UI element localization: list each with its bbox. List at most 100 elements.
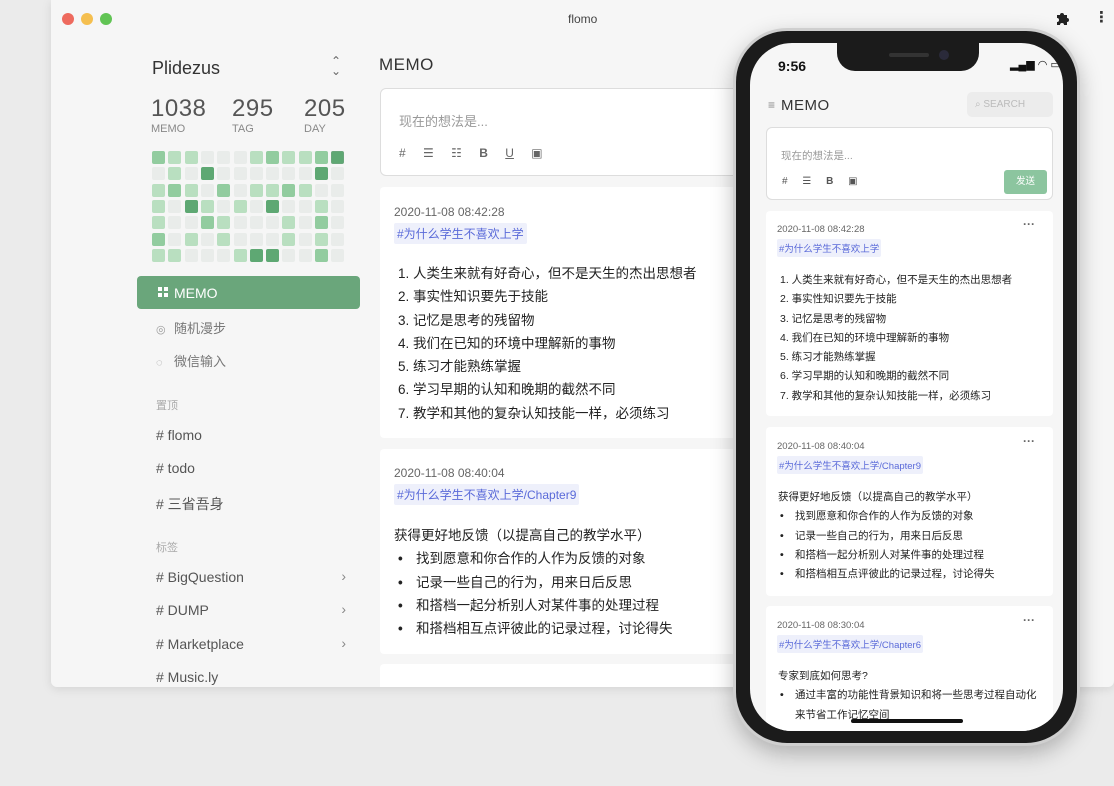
heatmap-cell[interactable] — [331, 183, 345, 197]
heatmap-cell[interactable] — [298, 183, 312, 197]
heatmap-cell[interactable] — [233, 232, 247, 246]
heatmap-cell[interactable] — [282, 216, 296, 230]
heatmap-cell[interactable] — [331, 248, 345, 262]
image-icon[interactable]: ▣ — [531, 146, 542, 160]
phone-memo-card[interactable]: 2020-11-08 08:42:28 ··· #为什么学生不喜欢上学 1. 人… — [766, 211, 1053, 416]
heatmap-cell[interactable] — [217, 151, 231, 164]
heatmap-cell[interactable] — [168, 232, 182, 246]
phone-search-input[interactable]: ⌕ SEARCH — [967, 92, 1053, 117]
heatmap-cell[interactable] — [249, 199, 263, 213]
heatmap-cell[interactable] — [184, 167, 198, 181]
heatmap-cell[interactable] — [298, 248, 312, 262]
heatmap-cell[interactable] — [266, 167, 280, 181]
minimize-window-button[interactable] — [81, 13, 93, 25]
heatmap-cell[interactable] — [298, 151, 312, 164]
send-button[interactable]: 发送 — [1004, 170, 1047, 194]
heatmap-cell[interactable] — [217, 216, 231, 230]
memo-tag[interactable]: #为什么学生不喜欢上学/Chapter9 — [394, 484, 580, 505]
chevron-right-icon[interactable]: › — [341, 568, 346, 584]
heatmap-cell[interactable] — [266, 248, 280, 262]
hashtag-icon[interactable]: # — [399, 146, 406, 160]
heatmap-cell[interactable] — [298, 216, 312, 230]
account-switch-icon[interactable]: ⌃ ⌄ — [331, 55, 341, 77]
heatmap-cell[interactable] — [282, 232, 296, 246]
heatmap-cell[interactable] — [200, 199, 214, 213]
heatmap-cell[interactable] — [282, 167, 296, 181]
pinned-tag-todo[interactable]: # todo — [156, 460, 346, 476]
heatmap-cell[interactable] — [331, 216, 345, 230]
tag-dump[interactable]: # DUMP › — [156, 601, 346, 618]
heatmap-cell[interactable] — [298, 232, 312, 246]
heatmap-cell[interactable] — [168, 167, 182, 181]
chevron-right-icon[interactable]: › — [341, 635, 346, 651]
heatmap-cell[interactable] — [282, 199, 296, 213]
heatmap-cell[interactable] — [315, 199, 328, 213]
heatmap-cell[interactable] — [152, 232, 165, 246]
memo-card[interactable]: 2020-11-08 08:42:28 #为什么学生不喜欢上学 1. 人类生来就… — [380, 187, 750, 438]
heatmap-cell[interactable] — [233, 151, 247, 164]
heatmap-cell[interactable] — [249, 183, 263, 197]
phone-memo-card[interactable]: 2020-11-08 08:40:04 ··· #为什么学生不喜欢上学/Chap… — [766, 427, 1053, 596]
puzzle-extension-icon[interactable] — [1054, 11, 1070, 27]
heatmap-cell[interactable] — [282, 151, 296, 164]
heatmap-cell[interactable] — [266, 183, 280, 197]
heatmap-cell[interactable] — [152, 199, 165, 213]
heatmap-cell[interactable] — [266, 151, 280, 164]
heatmap-cell[interactable] — [217, 167, 231, 181]
more-options-icon[interactable]: ··· — [1023, 217, 1035, 231]
pinned-tag-reflection[interactable]: # 三省吾身 — [156, 494, 346, 514]
memo-tag[interactable]: #为什么学生不喜欢上学/Chapter6 — [777, 635, 924, 653]
bold-icon[interactable]: B — [479, 146, 488, 160]
more-options-icon[interactable]: ··· — [1023, 613, 1035, 627]
more-menu-icon[interactable]: ⋮ — [1094, 10, 1109, 26]
heatmap-cell[interactable] — [249, 151, 263, 164]
heatmap-cell[interactable] — [184, 248, 198, 262]
memo-tag[interactable]: #为什么学生不喜欢上学/Chapter9 — [777, 456, 924, 474]
heatmap-cell[interactable] — [266, 199, 280, 213]
heatmap-cell[interactable] — [315, 183, 328, 197]
heatmap-cell[interactable] — [315, 248, 328, 262]
hamburger-menu-icon[interactable]: ≡ — [768, 98, 775, 112]
close-window-button[interactable] — [62, 13, 74, 25]
nav-item-wechat-input[interactable]: ◌ 微信输入 — [156, 351, 226, 370]
heatmap-cell[interactable] — [282, 183, 296, 197]
heatmap-cell[interactable] — [282, 248, 296, 262]
heatmap-cell[interactable] — [168, 216, 182, 230]
heatmap-cell[interactable] — [217, 183, 231, 197]
memo-editor[interactable]: 现在的想法是... # ☰ ☷ B U ▣ — [380, 88, 750, 176]
heatmap-cell[interactable] — [200, 216, 214, 230]
tag-bigquestion[interactable]: # BigQuestion › — [156, 568, 346, 585]
memo-tag[interactable]: #为什么学生不喜欢上学 — [777, 239, 882, 257]
tag-musicly[interactable]: # Music.ly — [156, 669, 346, 685]
heatmap-cell[interactable] — [184, 151, 198, 164]
heatmap-cell[interactable] — [200, 248, 214, 262]
nav-item-random-walk[interactable]: ◎ 随机漫步 — [156, 318, 226, 337]
heatmap-cell[interactable] — [315, 167, 328, 181]
bullet-list-icon[interactable]: ☰ — [423, 146, 434, 160]
heatmap-cell[interactable] — [315, 232, 328, 246]
heatmap-cell[interactable] — [152, 183, 165, 197]
heatmap-cell[interactable] — [168, 151, 182, 164]
phone-memo-editor[interactable]: 现在的想法是... # ☰ B ▣ 发送 — [766, 127, 1053, 200]
heatmap-cell[interactable] — [200, 167, 214, 181]
heatmap-cell[interactable] — [249, 216, 263, 230]
heatmap-cell[interactable] — [331, 151, 345, 164]
heatmap-cell[interactable] — [298, 199, 312, 213]
heatmap-cell[interactable] — [331, 232, 345, 246]
underline-icon[interactable]: U — [505, 146, 514, 160]
pinned-tag-flomo[interactable]: # flomo — [156, 427, 346, 443]
heatmap-cell[interactable] — [168, 183, 182, 197]
numbered-list-icon[interactable]: ☷ — [451, 146, 462, 160]
heatmap-cell[interactable] — [152, 248, 165, 262]
heatmap-cell[interactable] — [233, 199, 247, 213]
heatmap-cell[interactable] — [298, 167, 312, 181]
heatmap-cell[interactable] — [184, 232, 198, 246]
heatmap-cell[interactable] — [184, 199, 198, 213]
heatmap-cell[interactable] — [200, 151, 214, 164]
tag-marketplace[interactable]: # Marketplace › — [156, 635, 346, 652]
heatmap-cell[interactable] — [266, 216, 280, 230]
heatmap-cell[interactable] — [200, 232, 214, 246]
user-name[interactable]: Plidezus — [152, 58, 220, 79]
heatmap-cell[interactable] — [152, 167, 165, 181]
heatmap-cell[interactable] — [315, 151, 328, 164]
